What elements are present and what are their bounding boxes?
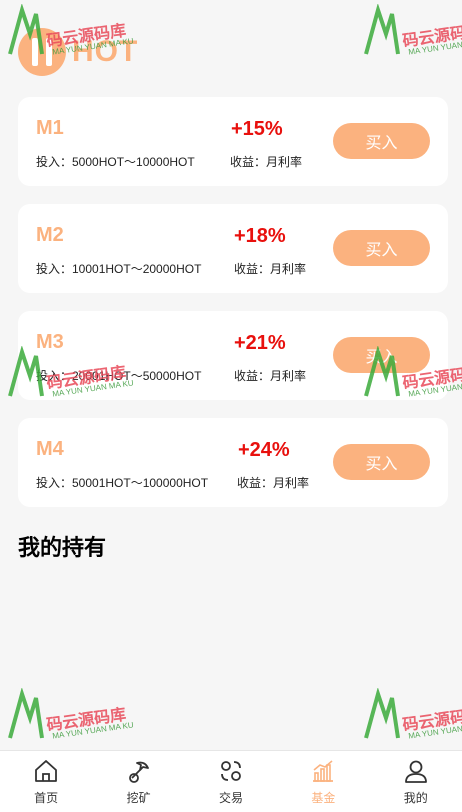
watermark: 码云源码库 MA YUN YUAN MA KU [6,687,146,748]
fund-card-m4: M4 +24% 投入：50001HOT〜100000HOT 收益：月利率 买入 [18,418,448,507]
trade-icon [217,757,245,785]
fund-card-m2: M2 +18% 投入：10001HOT〜20000HOT 收益：月利率 买入 [18,204,448,293]
logo-text: HOT [72,35,139,68]
watermark-text: 码云源码库 [401,706,462,735]
fund-name: M2 [36,224,64,246]
watermark-subtext: MA YUN YUAN MA KU [51,720,135,741]
tab-home[interactable]: 首页 [6,757,86,806]
buy-button[interactable]: 买入 [333,444,430,480]
fund-chart-icon [309,757,337,785]
watermark-subtext: MA YUN YUAN MA KU [407,720,462,741]
tab-profile[interactable]: 我的 [376,757,456,806]
tab-mining[interactable]: 挖矿 [99,757,179,806]
buy-button[interactable]: 买入 [333,337,430,373]
watermark-logo-icon [364,687,400,739]
fund-rate: +15% [231,118,283,140]
user-icon [402,757,430,785]
fund-list: M1 +15% 投入：5000HOT〜10000HOT 收益：月利率 买入 M2… [18,97,448,525]
tab-label: 交易 [218,791,243,805]
logo-icon [18,28,66,76]
fund-income: 收益：月利率 [234,262,307,276]
fund-invest-range: 投入：20001HOT〜50000HOT [36,369,202,383]
tab-trade[interactable]: 交易 [191,757,271,806]
tab-label: 基金 [311,791,336,805]
logo: HOT [18,28,138,76]
fund-rate: +21% [234,332,286,354]
fund-name: M1 [36,117,64,139]
fund-name: M3 [36,331,64,353]
header: HOT [0,0,462,90]
watermark: 码云源码库 MA YUN YUAN MA KU [362,687,462,748]
fund-income: 收益：月利率 [237,476,310,490]
fund-invest-range: 投入：50001HOT〜100000HOT [36,476,209,490]
bottom-tab-bar: 首页 挖矿 交易 基金 我的 [0,750,462,812]
fund-card-m1: M1 +15% 投入：5000HOT〜10000HOT 收益：月利率 买入 [18,97,448,186]
fund-card-m3: M3 +21% 投入：20001HOT〜50000HOT 收益：月利率 买入 [18,311,448,400]
fund-income: 收益：月利率 [230,155,303,169]
tab-label: 我的 [403,791,428,805]
buy-button[interactable]: 买入 [333,123,430,159]
fund-invest-range: 投入：5000HOT〜10000HOT [36,155,195,169]
watermark-text: 码云源码库 [45,706,128,735]
watermark-logo-icon [8,687,44,739]
fund-income: 收益：月利率 [234,369,307,383]
tab-fund[interactable]: 基金 [283,757,363,806]
fund-rate: +18% [234,225,286,247]
tab-label: 挖矿 [126,791,151,805]
tab-label: 首页 [34,791,59,805]
fund-name: M4 [36,438,64,460]
mining-icon [125,757,153,785]
home-icon [32,757,60,785]
holdings-title: 我的持有 [18,535,107,560]
buy-button[interactable]: 买入 [333,230,430,266]
fund-rate: +24% [238,439,290,461]
fund-invest-range: 投入：10001HOT〜20000HOT [36,262,202,276]
